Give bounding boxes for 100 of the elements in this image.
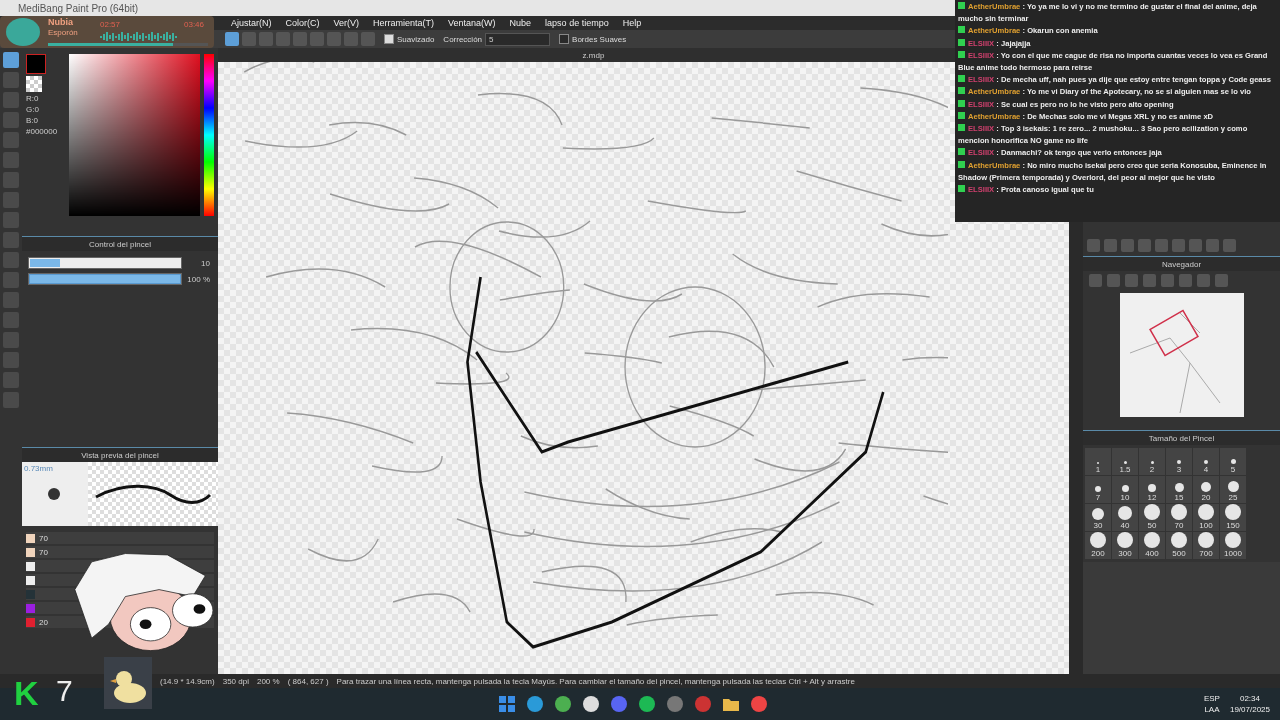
menu-item[interactable]: Nube <box>509 18 532 28</box>
app-icon[interactable] <box>526 695 544 713</box>
slider-value: 10 <box>200 258 210 268</box>
toolbar-button[interactable] <box>327 32 341 46</box>
menu-item[interactable]: Herramienta(T) <box>373 18 435 28</box>
navigator-button[interactable] <box>1143 274 1156 287</box>
toolbar-button[interactable] <box>361 32 375 46</box>
checkbox-label: Suavizado <box>397 34 435 44</box>
navigator-button[interactable] <box>1179 274 1192 287</box>
brush-size-option[interactable]: 3 <box>1166 448 1192 475</box>
stream-number: 7 <box>56 676 73 706</box>
navigator-button[interactable] <box>1125 274 1138 287</box>
brush-size-option[interactable]: 1000 <box>1220 532 1246 559</box>
menu-item[interactable]: Ver(V) <box>333 18 360 28</box>
layer-button[interactable] <box>1172 239 1185 252</box>
brush-size-option[interactable]: 150 <box>1220 504 1246 531</box>
layer-button[interactable] <box>1104 239 1117 252</box>
slider-track[interactable] <box>28 257 182 269</box>
checkbox-label: Bordes Suaves <box>572 34 627 44</box>
menu-item[interactable]: lapso de tiempo <box>545 18 609 28</box>
brush-size-option[interactable]: 25 <box>1220 476 1246 503</box>
brush-size-option[interactable]: 7 <box>1085 476 1111 503</box>
color-swatch[interactable] <box>26 533 35 543</box>
navigator-button[interactable] <box>1161 274 1174 287</box>
brush-size-option[interactable]: 40 <box>1112 504 1138 531</box>
brush-size-option[interactable]: 10 <box>1112 476 1138 503</box>
toolbar-button[interactable] <box>276 32 290 46</box>
brush-size-option[interactable]: 2 <box>1139 448 1165 475</box>
navigator-button[interactable] <box>1107 274 1120 287</box>
checkbox[interactable] <box>559 34 570 44</box>
toolbar-button[interactable] <box>293 32 307 46</box>
brush-size-option[interactable]: 500 <box>1166 532 1192 559</box>
layer-button[interactable] <box>1121 239 1134 252</box>
menu-item[interactable]: Color(C) <box>285 18 320 28</box>
brush-size-option[interactable]: 15 <box>1166 476 1192 503</box>
navigator-button[interactable] <box>1215 274 1228 287</box>
tool-button[interactable] <box>3 52 19 68</box>
navigator-button[interactable] <box>1197 274 1210 287</box>
color-swatch[interactable] <box>26 575 35 585</box>
layer-button[interactable] <box>1189 239 1202 252</box>
document-tab[interactable]: z.mdp <box>582 50 605 60</box>
panel-title: Vista previa del pincel <box>22 447 218 462</box>
toolbar-button[interactable] <box>242 32 256 46</box>
brush-size-option[interactable]: 300 <box>1112 532 1138 559</box>
navigator-button[interactable] <box>1089 274 1102 287</box>
layer-button[interactable] <box>1138 239 1151 252</box>
album-cover-placeholder <box>6 18 40 46</box>
clock-date[interactable]: 19/07/2025 <box>1229 705 1270 714</box>
correction-dropdown[interactable]: 5 <box>485 32 551 46</box>
toolbar-button[interactable] <box>344 32 358 46</box>
app-icon[interactable] <box>554 695 572 713</box>
layer-button[interactable] <box>1155 239 1168 252</box>
layer-button[interactable] <box>1223 239 1236 252</box>
menu-item[interactable]: Ventana(W) <box>448 18 496 28</box>
panel-title: Tamaño del Pincel <box>1083 430 1280 445</box>
menu-item[interactable]: Help <box>622 18 642 28</box>
color-swatch[interactable] <box>26 561 35 571</box>
color-swatch[interactable] <box>26 603 35 613</box>
status-text: Para trazar una línea recta, mantenga pulsada la tecla Mayús. Para cambiar el tamaño del pincel, mantenga pulsada las teclas Ctrl + Alt y arrastre <box>336 676 855 686</box>
app-icon[interactable] <box>638 695 656 713</box>
color-picker-square[interactable] <box>69 54 201 216</box>
background-color-swatch[interactable] <box>26 76 42 92</box>
clock-time[interactable]: 02:34 <box>1239 694 1260 703</box>
language-indicator[interactable]: ESP <box>1203 694 1220 703</box>
brush-size-option[interactable]: 30 <box>1085 504 1111 531</box>
color-swatch[interactable] <box>26 547 35 557</box>
brush-size-option[interactable]: 12 <box>1139 476 1165 503</box>
brush-tip-icon <box>48 488 60 500</box>
toolbar-button[interactable] <box>310 32 324 46</box>
brush-size-option[interactable]: 1.5 <box>1112 448 1138 475</box>
app-icon[interactable] <box>582 695 600 713</box>
brush-size-option[interactable]: 5 <box>1220 448 1246 475</box>
status-text: 350 dpi <box>222 676 249 686</box>
brush-size-option[interactable]: 400 <box>1139 532 1165 559</box>
brush-size-option[interactable]: 4 <box>1193 448 1219 475</box>
slider-value: 100 % <box>186 274 210 284</box>
brush-size-option[interactable]: 50 <box>1139 504 1165 531</box>
layer-button[interactable] <box>1206 239 1219 252</box>
color-swatch[interactable] <box>26 589 35 599</box>
toolbar-button[interactable] <box>259 32 273 46</box>
brush-size-option[interactable]: 200 <box>1085 532 1111 559</box>
rgb-value: B:0 <box>26 116 39 125</box>
language-indicator[interactable]: LAA <box>1204 705 1220 714</box>
brush-size-option[interactable]: 70 <box>1166 504 1192 531</box>
status-text: ( 864, 627 ) <box>287 676 329 686</box>
brush-size-option[interactable]: 1 <box>1085 448 1111 475</box>
windows-logo-icon[interactable] <box>498 695 516 713</box>
status-text: (14.9 * 14.9cm) <box>160 676 215 686</box>
layer-button[interactable] <box>1087 239 1100 252</box>
foreground-color-swatch[interactable] <box>26 54 46 74</box>
checkbox[interactable] <box>384 34 394 44</box>
brush-size-option[interactable]: 100 <box>1193 504 1219 531</box>
hue-spectrum-bar[interactable] <box>204 54 214 216</box>
menu-item[interactable]: Ajustar(N) <box>231 18 272 28</box>
brush-size-option[interactable]: 20 <box>1193 476 1219 503</box>
toolbar-button[interactable] <box>225 32 239 46</box>
color-swatch[interactable] <box>26 617 35 627</box>
brush-size-option[interactable]: 700 <box>1193 532 1219 559</box>
song-artist: Esporón <box>48 28 78 37</box>
panel-title: Navegador <box>1083 256 1280 271</box>
